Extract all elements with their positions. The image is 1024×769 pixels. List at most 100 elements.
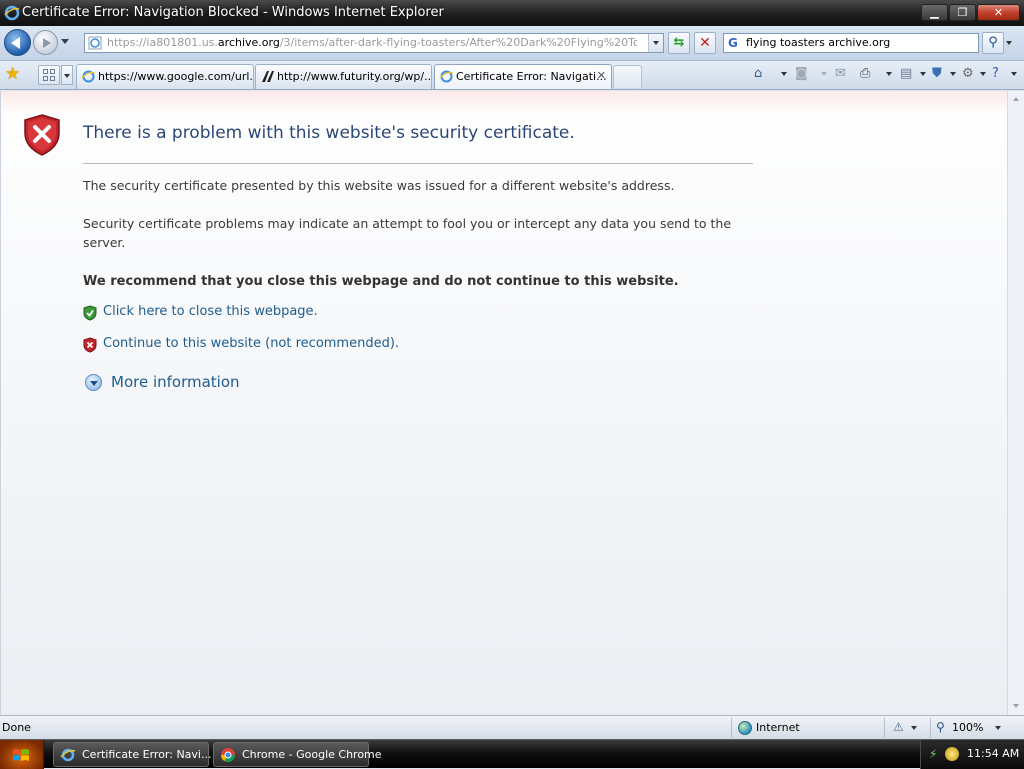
start-button[interactable] [0, 740, 44, 769]
safety-dropdown-icon[interactable] [950, 72, 956, 76]
quick-tabs-icon-part [50, 76, 55, 81]
page-title: There is a problem with this website's s… [83, 123, 575, 143]
feeds-dropdown-icon[interactable] [821, 72, 827, 76]
search-input[interactable]: flying toasters archive.org [746, 36, 890, 49]
security-zone[interactable]: Internet [731, 718, 800, 738]
taskbar-ie-button[interactable]: Certificate Error: Navi... [53, 742, 211, 767]
network-icon[interactable]: ⚡ [929, 747, 937, 761]
recent-pages-dropdown-icon[interactable] [61, 39, 69, 44]
taskbar-label: Chrome - Google Chrome [242, 748, 382, 761]
ie-icon [60, 748, 76, 762]
continue-to-website-link[interactable]: Continue to this website (not recommende… [103, 336, 399, 351]
close-webpage-link[interactable]: Click here to close this webpage. [103, 304, 318, 319]
tray-app-icon[interactable] [945, 747, 959, 761]
zoom-control[interactable]: ⚲ 100% [930, 718, 1010, 738]
favorites-star-icon[interactable]: ★ [5, 64, 20, 84]
back-button[interactable] [4, 29, 31, 56]
help-icon[interactable]: ? [992, 66, 999, 84]
protected-mode-indicator[interactable]: ⚠ [884, 718, 928, 738]
minimize-button[interactable]: ▁ [921, 4, 948, 21]
divider [83, 163, 753, 164]
tab-label: http://www.futurity.org/wp/... [277, 70, 432, 83]
print-icon[interactable]: ⎙ [860, 66, 870, 84]
tools-dropdown-icon[interactable] [980, 72, 986, 76]
refresh-button[interactable]: ⇆ [668, 32, 690, 54]
futurity-icon [262, 71, 274, 82]
ie-page-icon [439, 70, 454, 83]
url-domain: archive.org [217, 36, 280, 49]
page-menu-dropdown-icon[interactable] [920, 72, 926, 76]
warning-text: Security certificate problems may indica… [83, 216, 732, 250]
forward-arrow-icon [43, 38, 51, 48]
home-dropdown-icon[interactable] [781, 72, 787, 76]
url-prefix: https://ia801801.us. [107, 36, 218, 49]
address-url[interactable]: https://ia801801.us.archive.org/3/items/… [107, 36, 637, 49]
page-icon [88, 36, 102, 50]
maximize-button[interactable]: ❐ [949, 4, 976, 21]
description-text: The security certificate presented by th… [83, 178, 675, 193]
tab-futurity[interactable]: http://www.futurity.org/wp/... [255, 64, 432, 89]
system-tray: ⚡ 11:54 AM [920, 740, 1024, 769]
zoom-dropdown-icon[interactable] [995, 726, 1001, 730]
new-tab-button[interactable] [613, 65, 642, 88]
search-options-dropdown-icon[interactable] [1006, 41, 1012, 45]
tab-list-dropdown[interactable] [61, 65, 73, 85]
error-band [1, 91, 1008, 115]
safety-icon[interactable]: ⛊ [932, 66, 942, 84]
page-menu-icon[interactable]: ▤ [900, 66, 912, 84]
address-bar[interactable]: https://ia801801.us.archive.org/3/items/… [84, 33, 664, 53]
tab-label: https://www.google.com/url... [98, 70, 254, 83]
protected-mode-dropdown-icon[interactable] [911, 726, 917, 730]
search-box[interactable]: G flying toasters archive.org [723, 33, 979, 53]
home-icon[interactable]: ⌂ [754, 66, 762, 84]
ie-page-icon [81, 70, 96, 83]
search-icon: ⚲ [988, 35, 998, 50]
more-information-link[interactable]: More information [111, 373, 240, 391]
scroll-up-button[interactable] [1009, 92, 1024, 107]
refresh-icon: ⇆ [673, 35, 685, 50]
quick-tabs-icon [43, 69, 48, 74]
close-window-button[interactable]: ✕ [977, 4, 1020, 21]
window-title: Certificate Error: Navigation Blocked - … [22, 5, 444, 20]
recommendation-text: We recommend that you close this webpage… [83, 274, 679, 289]
window-controls: ▁ ❐ ✕ [920, 4, 1020, 21]
stop-button[interactable]: ✕ [694, 32, 716, 54]
taskbar-chrome-button[interactable]: Chrome - Google Chrome [213, 742, 382, 767]
tab-google[interactable]: https://www.google.com/url... [76, 64, 254, 89]
forward-button[interactable] [33, 30, 58, 55]
clock[interactable]: 11:54 AM [967, 747, 1019, 760]
navigation-bar: https://ia801801.us.archive.org/3/items/… [0, 26, 1024, 61]
quick-tabs-button[interactable] [38, 65, 60, 85]
page-content: There is a problem with this website's s… [0, 91, 1008, 715]
error-shield-icon [24, 114, 60, 156]
vertical-scrollbar[interactable] [1007, 91, 1024, 715]
status-text: Done [2, 721, 31, 734]
expand-chevron-icon[interactable] [85, 374, 102, 391]
stop-icon: ✕ [699, 35, 711, 51]
address-dropdown-button[interactable] [648, 34, 663, 52]
tab-close-icon[interactable]: ✕ [597, 69, 606, 82]
tab-certificate-error[interactable]: Certificate Error: Navigati... ✕ [434, 64, 612, 89]
help-dropdown-icon[interactable] [1011, 72, 1017, 76]
print-dropdown-icon[interactable] [886, 72, 892, 76]
feeds-icon[interactable]: ◙ [795, 66, 808, 84]
quick-tabs-icon-part [43, 76, 48, 81]
red-shield-icon [83, 337, 97, 353]
url-suffix: /3/items/after-dark-flying-toasters/Afte… [279, 36, 637, 49]
scroll-down-button[interactable] [1009, 699, 1024, 714]
tab-bar: ★ https://www.google.com/url... http://w… [0, 61, 1024, 90]
status-bar: Done Internet ⚠ ⚲ 100% [0, 715, 1024, 739]
zone-label: Internet [756, 721, 800, 734]
google-icon: G [728, 36, 738, 50]
search-button[interactable]: ⚲ [982, 32, 1004, 54]
globe-icon [738, 721, 752, 735]
quick-tabs-icon-part [50, 69, 55, 74]
mail-icon[interactable]: ✉ [835, 66, 846, 84]
tab-label: Certificate Error: Navigati... [456, 70, 607, 83]
protected-mode-icon: ⚠ [893, 720, 904, 734]
zoom-level: 100% [952, 721, 984, 734]
tools-gear-icon[interactable]: ⚙ [962, 66, 974, 84]
ie-logo-icon [4, 5, 20, 21]
green-shield-icon [83, 305, 97, 321]
taskbar: Certificate Error: Navi... Chrome - Goog… [0, 739, 1024, 769]
